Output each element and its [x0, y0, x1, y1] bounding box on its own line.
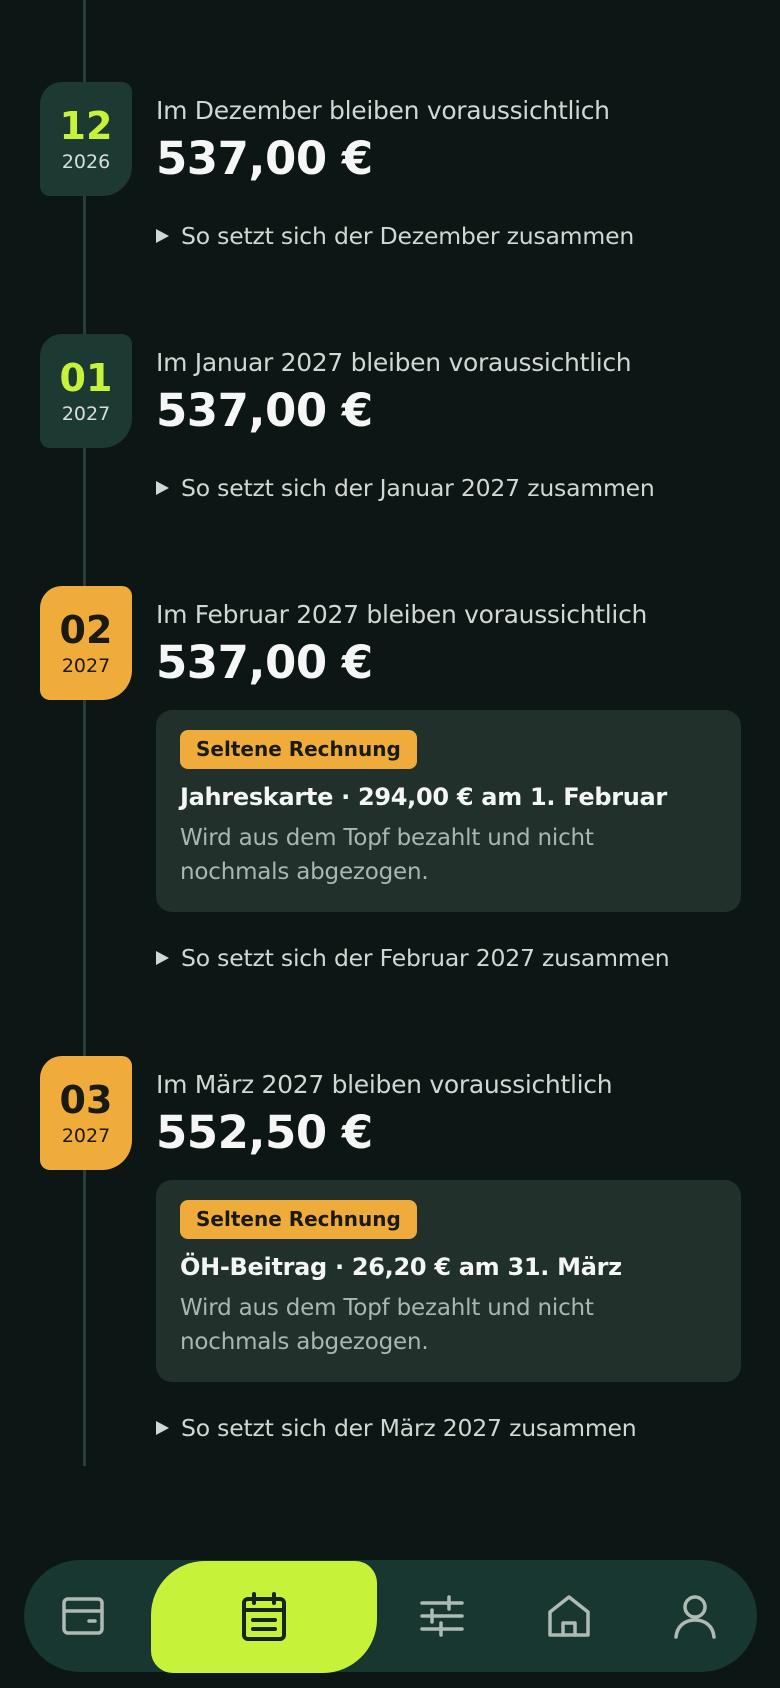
rare-bill-tag: Seltene Rechnung [180, 1199, 417, 1239]
nav-item-wallet[interactable] [38, 1560, 128, 1672]
rare-bill-card: Seltene Rechnung ÖH-Beitrag · 26,20 € am… [156, 1179, 741, 1382]
nav-item-calendar[interactable] [151, 1561, 377, 1673]
breakdown-toggle-label: So setzt sich der Dezember zusammen [181, 221, 635, 250]
rare-bill-description: Wird aus dem Topf bezahlt und nicht noch… [180, 1291, 717, 1360]
month-badge: 03 2027 [40, 1056, 132, 1170]
rare-bill-description: Wird aus dem Topf bezahlt und nicht noch… [180, 821, 717, 890]
breakdown-toggle-label: So setzt sich der März 2027 zusammen [181, 1413, 637, 1442]
month-body: Im Dezember bleiben voraussichtlich 537,… [156, 96, 741, 250]
triangle-right-icon [156, 950, 169, 965]
month-badge: 12 2026 [40, 82, 132, 196]
nav-item-profile[interactable] [650, 1560, 740, 1672]
month-badge-number: 02 [59, 607, 113, 652]
triangle-right-icon [156, 1420, 169, 1435]
breakdown-toggle[interactable]: So setzt sich der Februar 2027 zusammen [156, 944, 741, 972]
calendar-icon [242, 1592, 286, 1641]
rare-bill-tag: Seltene Rechnung [180, 729, 417, 769]
month-badge-year: 2026 [61, 150, 111, 173]
rare-bill-description-line: Wird aus dem Topf bezahlt und nicht [180, 1294, 594, 1321]
nav-item-home[interactable] [524, 1560, 614, 1672]
month-body: Im Januar 2027 bleiben voraussichtlich 5… [156, 348, 741, 502]
user-icon [674, 1595, 716, 1639]
breakdown-toggle[interactable]: So setzt sich der Dezember zusammen [156, 222, 741, 250]
wallet-icon [62, 1597, 104, 1635]
month-amount: 552,50 € [156, 1106, 373, 1159]
month-amount: 537,00 € [156, 636, 373, 689]
timeline-line [83, 0, 86, 1466]
month-body: Im Februar 2027 bleiben voraussichtlich … [156, 600, 741, 972]
breakdown-toggle-label: So setzt sich der Januar 2027 zusammen [181, 473, 655, 502]
month-badge: 01 2027 [40, 334, 132, 448]
month-badge-year: 2027 [61, 402, 111, 425]
month-amount: 537,00 € [156, 384, 373, 437]
month-heading: Im Februar 2027 bleiben voraussichtlich [156, 600, 648, 629]
rare-bill-description-line: nochmals abgezogen. [180, 1329, 429, 1355]
month-heading: Im Dezember bleiben voraussichtlich [156, 96, 610, 125]
sliders-icon [420, 1595, 464, 1637]
bottom-navigation [24, 1560, 757, 1673]
rare-bill-card: Seltene Rechnung Jahreskarte · 294,00 € … [156, 709, 741, 912]
breakdown-toggle-label: So setzt sich der Februar 2027 zusammen [181, 943, 670, 972]
month-badge-number: 12 [59, 103, 113, 148]
month-heading: Im März 2027 bleiben voraussichtlich [156, 1070, 613, 1099]
month-badge-number: 03 [59, 1077, 113, 1122]
rare-bill-description-line: nochmals abgezogen. [180, 859, 429, 885]
month-body: Im März 2027 bleiben voraussichtlich 552… [156, 1070, 741, 1442]
month-badge-year: 2027 [61, 654, 111, 677]
nav-item-settings[interactable] [397, 1560, 487, 1672]
month-amount: 537,00 € [156, 132, 373, 185]
rare-bill-title: Jahreskarte · 294,00 € am 1. Februar [180, 782, 667, 811]
month-badge: 02 2027 [40, 586, 132, 700]
month-badge-number: 01 [59, 355, 113, 400]
breakdown-toggle[interactable]: So setzt sich der März 2027 zusammen [156, 1414, 741, 1442]
rare-bill-title: ÖH-Beitrag · 26,20 € am 31. März [180, 1252, 622, 1281]
rare-bill-description-line: Wird aus dem Topf bezahlt und nicht [180, 824, 594, 851]
breakdown-toggle[interactable]: So setzt sich der Januar 2027 zusammen [156, 474, 741, 502]
triangle-right-icon [156, 480, 169, 495]
month-badge-year: 2027 [61, 1124, 111, 1147]
triangle-right-icon [156, 228, 169, 243]
month-heading: Im Januar 2027 bleiben voraussichtlich [156, 348, 632, 377]
home-icon [548, 1595, 590, 1637]
